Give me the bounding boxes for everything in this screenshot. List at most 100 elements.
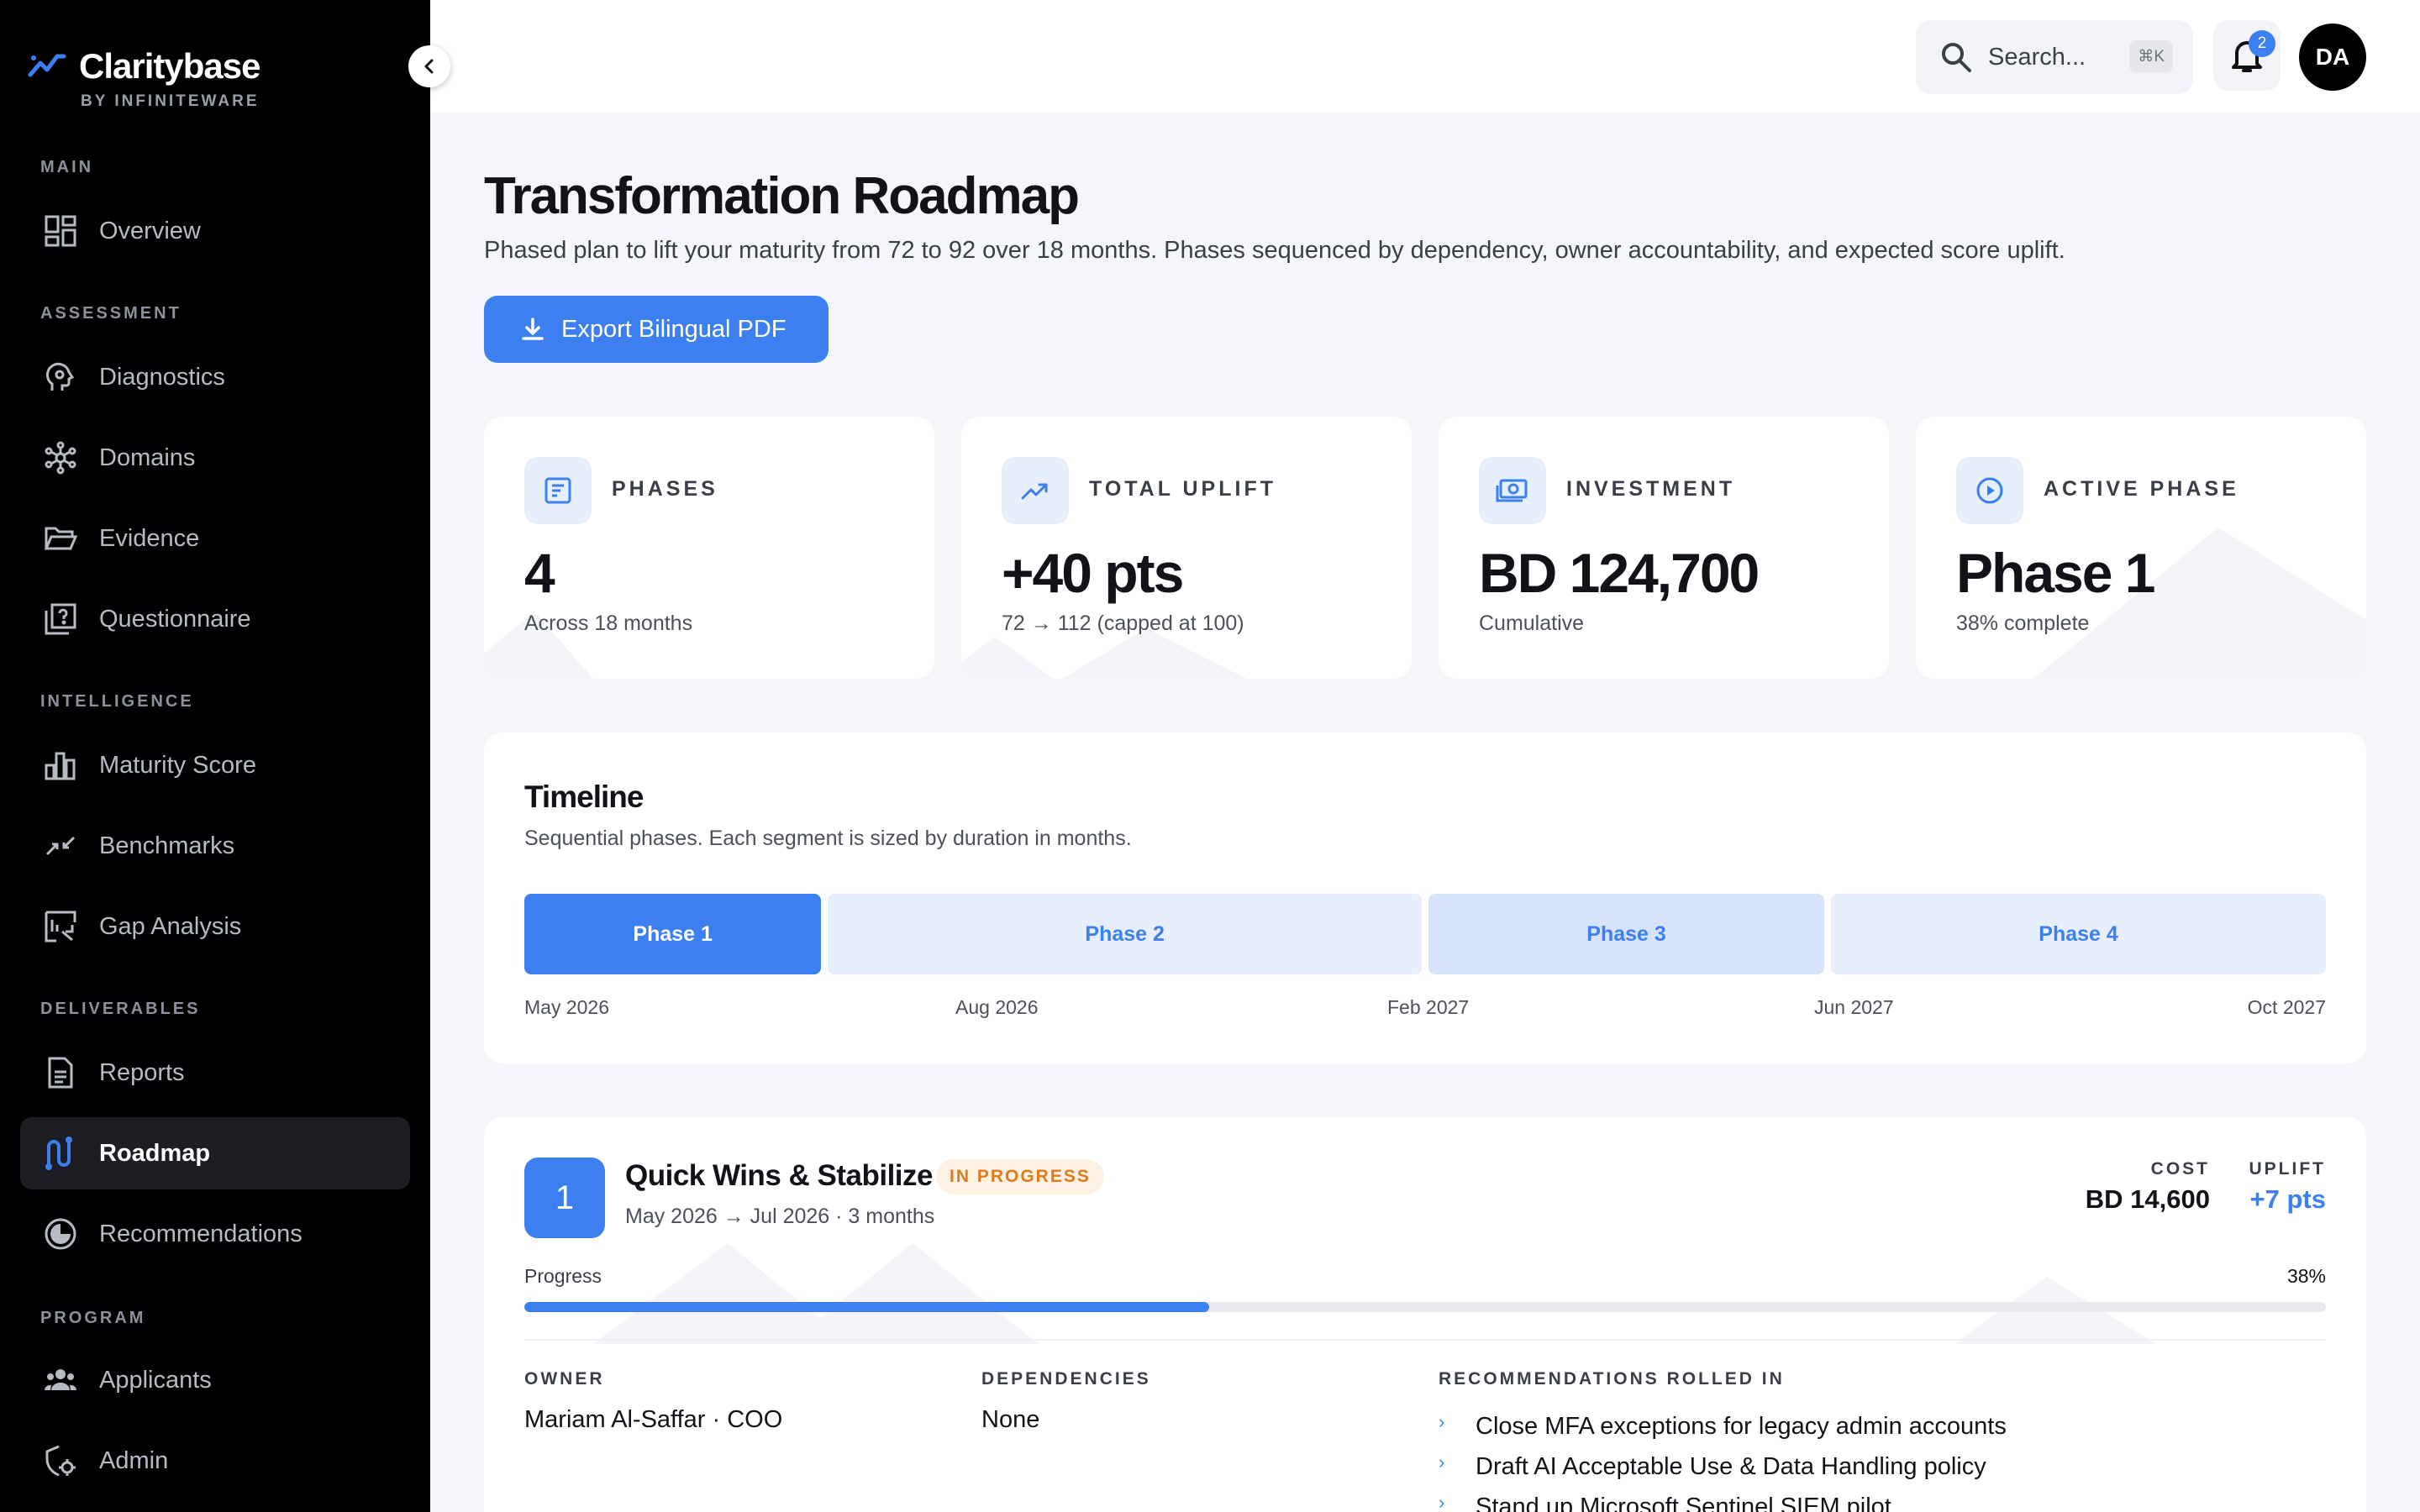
shortcut-hint: ⌘K [2129, 40, 2173, 72]
recommendation-text: Close MFA exceptions for legacy admin ac… [1476, 1412, 2007, 1440]
stat-card-active-phase: ACTIVE PHASE Phase 1 38% complete [1916, 417, 2366, 679]
stat-label: TOTAL UPLIFT [1089, 477, 1276, 501]
sidebar-item-benchmarks[interactable]: Benchmarks [20, 810, 410, 882]
sidebar-item-label: Roadmap [99, 1139, 211, 1167]
sidebar-item-recommendations[interactable]: Recommendations [20, 1198, 410, 1270]
brand[interactable]: Claritybase [27, 45, 260, 87]
owner-value: Mariam Al-Saffar · COO [524, 1406, 783, 1433]
sidebar-item-label: Benchmarks [99, 832, 235, 859]
timeline-date: May 2026 [524, 996, 610, 1018]
brain-icon [42, 359, 79, 396]
divider [524, 1339, 2326, 1341]
sidebar-item-overview[interactable]: Overview [20, 195, 410, 267]
notification-count-badge: 2 [2249, 30, 2275, 57]
sidebar-item-admin[interactable]: Admin [20, 1425, 410, 1497]
section-program: PROGRAM [40, 1309, 146, 1327]
list-item[interactable]: › Stand up Microsoft Sentinel SIEM pilot [1439, 1487, 2007, 1512]
compare-icon [42, 827, 79, 864]
section-intelligence: INTELLIGENCE [40, 692, 194, 711]
folder-icon [42, 520, 79, 557]
sidebar: Claritybase BY INFINITEWARE MAIN Overvie… [0, 0, 430, 1512]
sidebar-item-label: Maturity Score [99, 751, 256, 779]
phase-number: 1 [524, 1158, 605, 1238]
progress-percent: 38% [2286, 1265, 2326, 1287]
sidebar-item-label: Admin [99, 1446, 169, 1474]
stat-sub: Cumulative [1479, 612, 1585, 635]
recommend-icon [42, 1215, 79, 1252]
sidebar-item-label: Domains [99, 444, 196, 471]
sidebar-item-evidence[interactable]: Evidence [20, 502, 410, 575]
sidebar-item-diagnostics[interactable]: Diagnostics [20, 341, 410, 413]
timeline-date: Jun 2027 [1814, 996, 1894, 1018]
cost-label: COST [2150, 1159, 2210, 1179]
timeline-date: Feb 2027 [1387, 996, 1470, 1018]
network-icon [42, 439, 79, 476]
roadmap-icon [42, 1135, 79, 1172]
stat-label: INVESTMENT [1566, 477, 1736, 501]
timeline-title: Timeline [524, 780, 644, 814]
section-main: MAIN [40, 158, 94, 176]
owner-label: OWNER [524, 1369, 605, 1389]
section-assessment: ASSESSMENT [40, 304, 182, 323]
progress-label: Progress [524, 1265, 602, 1287]
timeline-segment-phase-4[interactable]: Phase 4 [1831, 894, 2326, 974]
search-placeholder: Search... [1988, 43, 2086, 71]
sidebar-item-label: Applicants [99, 1366, 212, 1394]
sidebar-item-label: Gap Analysis [99, 912, 242, 940]
stat-sub: 38% complete [1956, 612, 2090, 635]
sidebar-item-maturity-score[interactable]: Maturity Score [20, 729, 410, 801]
export-pdf-button[interactable]: Export Bilingual PDF [484, 296, 829, 363]
chevron-right-icon: › [1439, 1411, 1445, 1432]
stat-card-uplift: TOTAL UPLIFT +40 pts 72 → 112 (capped at… [961, 417, 1412, 679]
recommendations-label: RECOMMENDATIONS ROLLED IN [1439, 1369, 1785, 1389]
sidebar-item-label: Reports [99, 1058, 185, 1086]
phase-card[interactable]: 1 Quick Wins & Stabilize IN PROGRESS May… [484, 1117, 2366, 1512]
progress-bar [524, 1302, 2326, 1312]
stat-value: 4 [524, 542, 555, 604]
stat-card-investment: INVESTMENT BD 124,700 Cumulative [1439, 417, 1889, 679]
notifications-button[interactable]: 2 [2213, 20, 2281, 91]
stat-value: BD 124,700 [1479, 542, 1760, 604]
status-badge: IN PROGRESS [936, 1159, 1104, 1194]
trend-up-icon [1002, 457, 1069, 524]
question-icon [42, 601, 79, 638]
sidebar-item-roadmap[interactable]: Roadmap [20, 1117, 410, 1189]
chevron-left-icon [424, 59, 434, 74]
timeline-segment-phase-2[interactable]: Phase 2 [828, 894, 1422, 974]
list-item[interactable]: › Draft AI Acceptable Use & Data Handling… [1439, 1446, 2007, 1487]
collapse-sidebar-button[interactable] [408, 45, 450, 87]
list-item[interactable]: › Close MFA exceptions for legacy admin a… [1439, 1406, 2007, 1446]
grid-icon [42, 213, 79, 249]
sidebar-item-applicants[interactable]: Applicants [20, 1344, 410, 1416]
avatar[interactable]: DA [2299, 24, 2366, 91]
bar-chart-icon [42, 747, 79, 784]
timeline-segment-phase-3[interactable]: Phase 3 [1428, 894, 1825, 974]
gap-icon [42, 908, 79, 945]
sidebar-item-domains[interactable]: Domains [20, 422, 410, 494]
page-description: Phased plan to lift your maturity from 7… [484, 237, 2065, 264]
brand-name: Claritybase [79, 46, 260, 86]
timeline-segment-phase-1[interactable]: Phase 1 [524, 894, 822, 974]
people-icon [42, 1362, 79, 1399]
stat-sub: 72 → 112 (capped at 100) [1002, 612, 1244, 635]
shield-gear-icon [42, 1442, 79, 1479]
timeline-date: Aug 2026 [955, 996, 1039, 1018]
card-decoration [593, 1243, 2156, 1344]
sidebar-item-label: Evidence [99, 524, 200, 552]
search-input[interactable]: Search... ⌘K [1916, 20, 2193, 94]
search-icon [1942, 43, 1971, 72]
sidebar-item-gap-analysis[interactable]: Gap Analysis [20, 890, 410, 963]
section-deliverables: DELIVERABLES [40, 1000, 201, 1018]
dependencies-value: None [981, 1406, 1040, 1433]
topbar: Search... ⌘K 2 DA [430, 0, 2420, 113]
sidebar-item-label: Overview [99, 217, 201, 244]
dependencies-label: DEPENDENCIES [981, 1369, 1151, 1389]
chevron-right-icon: › [1439, 1452, 1445, 1473]
progress-fill [524, 1302, 1209, 1312]
brand-logo-icon [28, 54, 66, 77]
card-decoration [961, 628, 1247, 679]
stat-label: ACTIVE PHASE [2044, 477, 2239, 501]
stat-card-phases: PHASES 4 Across 18 months [484, 417, 934, 679]
sidebar-item-reports[interactable]: Reports [20, 1037, 410, 1109]
sidebar-item-questionnaire[interactable]: Questionnaire [20, 583, 410, 655]
